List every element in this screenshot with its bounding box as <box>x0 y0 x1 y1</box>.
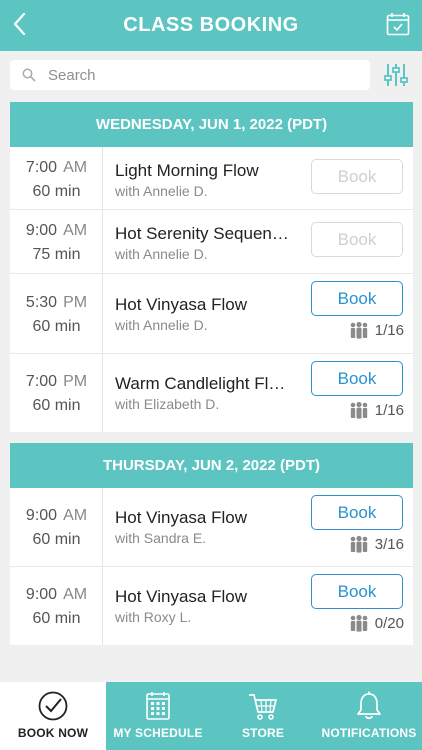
bottom-tab-bar: BOOK NOW MY SCHEDULE STORE NOTIFICATIONS <box>0 682 422 750</box>
capacity-indicator: 1/16 <box>349 401 404 419</box>
book-button[interactable]: Book <box>311 281 403 316</box>
tab-book-now[interactable]: BOOK NOW <box>0 682 106 750</box>
capacity-count: 3/16 <box>374 535 404 553</box>
book-button[interactable]: Book <box>311 222 403 257</box>
class-row: 9:00 AM 75 min Hot Serenity Sequen… with … <box>10 210 413 274</box>
book-button[interactable]: Book <box>311 361 403 396</box>
calendar-check-icon[interactable] <box>386 12 410 36</box>
class-ampm: PM <box>63 373 88 390</box>
time-column: 7:00 PM 60 min <box>10 354 103 432</box>
class-row: 9:00 AM 60 min Hot Vinyasa Flow with Sand… <box>10 488 413 567</box>
class-instructor: with Annelie D. <box>115 183 208 199</box>
class-name: Warm Candlelight Fl… <box>115 374 286 393</box>
class-time: 9:00 <box>25 222 58 239</box>
book-button[interactable]: Book <box>311 159 403 194</box>
search-bar <box>10 60 370 90</box>
class-duration: 60 min <box>32 397 81 414</box>
time-column: 9:00 AM 60 min <box>10 567 103 645</box>
capacity-indicator: 1/16 <box>349 321 404 339</box>
book-button[interactable]: Book <box>311 495 403 530</box>
filter-sliders-icon[interactable] <box>384 62 408 88</box>
day-header: THURSDAY, JUN 2, 2022 (PDT) <box>10 443 413 488</box>
tab-label: BOOK NOW <box>17 726 89 740</box>
class-instructor: with Annelie D. <box>115 317 208 333</box>
class-time: 5:30 <box>25 294 58 311</box>
tab-store[interactable]: STORE <box>210 682 316 750</box>
class-ampm: PM <box>63 294 88 311</box>
class-duration: 60 min <box>32 183 81 200</box>
app-header: CLASS BOOKING <box>0 0 422 51</box>
class-ampm: AM <box>63 222 88 239</box>
group-icon <box>350 535 368 553</box>
day-section: THURSDAY, JUN 2, 2022 (PDT) 9:00 AM 60 mi… <box>10 443 413 645</box>
class-name: Hot Vinyasa Flow <box>115 587 247 606</box>
capacity-count: 0/20 <box>374 614 404 632</box>
group-icon <box>350 401 368 419</box>
page-title: CLASS BOOKING <box>123 14 299 36</box>
group-icon <box>350 614 368 632</box>
bell-icon <box>357 691 381 720</box>
calendar-icon <box>146 692 170 720</box>
group-icon <box>350 321 368 339</box>
search-input[interactable] <box>48 65 358 85</box>
search-icon <box>22 68 36 82</box>
class-name: Hot Serenity Sequen… <box>115 224 289 243</box>
tab-label: STORE <box>241 726 285 740</box>
time-column: 9:00 AM 75 min <box>10 210 103 273</box>
class-instructor: with Sandra E. <box>115 530 207 546</box>
class-time: 7:00 <box>25 373 58 390</box>
class-time: 7:00 <box>25 159 58 176</box>
day-section: WEDNESDAY, JUN 1, 2022 (PDT) 7:00 AM 60 m… <box>10 102 413 432</box>
tab-label: NOTIFICATIONS <box>321 726 417 740</box>
class-duration: 60 min <box>32 610 81 627</box>
class-instructor: with Elizabeth D. <box>115 396 220 412</box>
time-column: 7:00 AM 60 min <box>10 147 103 209</box>
class-duration: 60 min <box>32 318 81 335</box>
time-column: 9:00 AM 60 min <box>10 488 103 566</box>
class-name: Hot Vinyasa Flow <box>115 508 247 527</box>
class-row: 9:00 AM 60 min Hot Vinyasa Flow with Roxy… <box>10 567 413 645</box>
class-ampm: AM <box>63 159 88 176</box>
class-name: Hot Vinyasa Flow <box>115 295 247 314</box>
class-time: 9:00 <box>25 507 58 524</box>
capacity-count: 1/16 <box>374 401 404 419</box>
tab-label: MY SCHEDULE <box>113 726 203 740</box>
class-name: Light Morning Flow <box>115 161 259 180</box>
capacity-indicator: 3/16 <box>349 535 404 553</box>
tab-my-schedule[interactable]: MY SCHEDULE <box>106 682 210 750</box>
class-instructor: with Roxy L. <box>115 609 192 625</box>
class-duration: 75 min <box>32 246 81 263</box>
class-duration: 60 min <box>32 531 81 548</box>
class-instructor: with Annelie D. <box>115 246 208 262</box>
class-row: 5:30 PM 60 min Hot Vinyasa Flow with Anne… <box>10 274 413 354</box>
check-circle-icon <box>38 691 68 721</box>
capacity-indicator: 0/20 <box>349 614 404 632</box>
class-row: 7:00 AM 60 min Light Morning Flow with An… <box>10 147 413 210</box>
capacity-count: 1/16 <box>374 321 404 339</box>
cart-icon <box>249 694 277 720</box>
class-ampm: AM <box>63 586 88 603</box>
class-row: 7:00 PM 60 min Warm Candlelight Fl… with … <box>10 354 413 432</box>
time-column: 5:30 PM 60 min <box>10 274 103 353</box>
day-header: WEDNESDAY, JUN 1, 2022 (PDT) <box>10 102 413 147</box>
class-ampm: AM <box>63 507 88 524</box>
book-button[interactable]: Book <box>311 574 403 609</box>
tab-notifications[interactable]: NOTIFICATIONS <box>316 682 422 750</box>
class-time: 9:00 <box>25 586 58 603</box>
